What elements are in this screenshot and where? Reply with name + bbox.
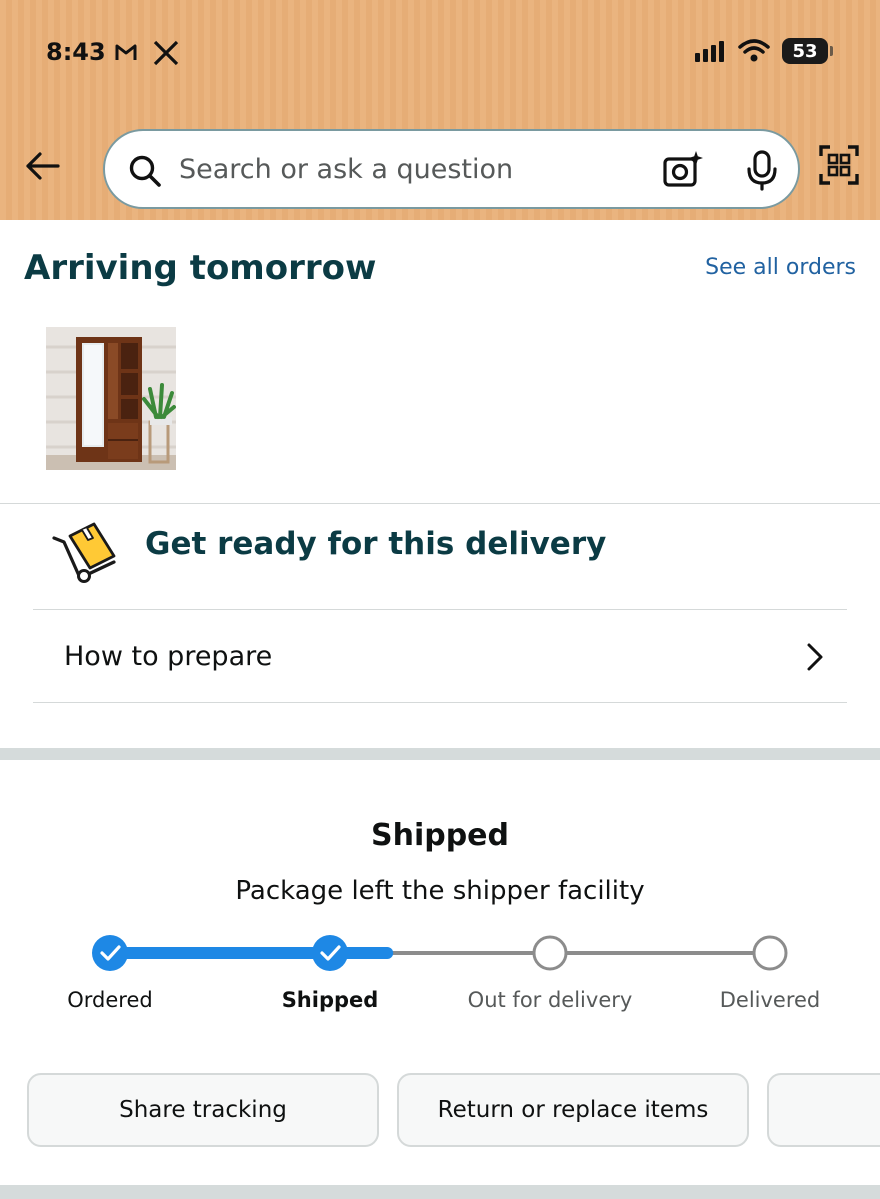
battery-icon: 53: [782, 38, 833, 64]
back-arrow-icon[interactable]: [22, 146, 62, 186]
section-band-bottom: [0, 1185, 880, 1199]
step-node-complete: [312, 935, 348, 971]
header-bar: 8:43 53: [0, 0, 880, 220]
step-label-delivered: Delivered: [719, 988, 821, 1012]
tracking-status-subtitle: Package left the shipper facility: [235, 876, 645, 906]
signal-icon: [695, 41, 724, 62]
chevron-right-icon: [807, 643, 823, 670]
search-bar[interactable]: [103, 129, 800, 209]
product-image-wardrobe[interactable]: [46, 327, 176, 470]
camera-lens-icon[interactable]: [661, 149, 703, 191]
step-node-pending: [752, 935, 788, 971]
status-right-group: 53: [694, 38, 833, 64]
tracking-progress-bar: [92, 935, 788, 971]
see-all-orders-link[interactable]: See all orders: [705, 255, 856, 280]
step-node-pending: [532, 935, 568, 971]
status-time: 8:43: [46, 38, 106, 66]
how-to-prepare-row[interactable]: How to prepare: [33, 610, 847, 703]
step-label-ordered: Ordered: [67, 988, 153, 1012]
arriving-title: Arriving tomorrow: [24, 248, 377, 288]
hand-truck-box-icon: [52, 522, 116, 583]
return-replace-button[interactable]: Return or replace items: [397, 1073, 749, 1147]
qr-scan-icon[interactable]: [818, 144, 860, 186]
microphone-icon[interactable]: [745, 149, 779, 191]
delivery-prep-title: Get ready for this delivery: [145, 526, 607, 562]
section-divider: [0, 503, 880, 504]
step-label-out-for-delivery: Out for delivery: [467, 988, 633, 1012]
step-label-shipped: Shipped: [281, 988, 379, 1012]
step-node-complete: [92, 935, 128, 971]
section-band: [0, 748, 880, 760]
more-actions-button[interactable]: [767, 1073, 880, 1147]
wifi-icon: [738, 39, 770, 62]
how-to-prepare-label: How to prepare: [64, 641, 273, 672]
share-tracking-button[interactable]: Share tracking: [27, 1073, 379, 1147]
search-icon: [129, 155, 161, 187]
search-input[interactable]: [179, 147, 649, 191]
row-divider: [33, 702, 847, 703]
tracking-status-title: Shipped: [370, 818, 510, 853]
x-logo-icon: [153, 40, 179, 66]
gmail-m-icon: [115, 44, 137, 60]
